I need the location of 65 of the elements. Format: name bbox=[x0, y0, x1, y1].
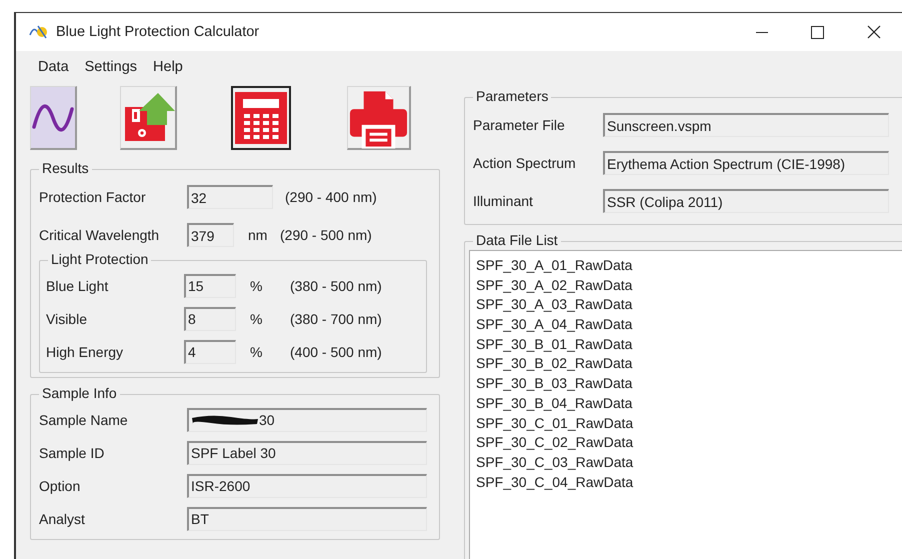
group-title: Parameters bbox=[473, 88, 552, 104]
menu-item[interactable]: Help bbox=[145, 57, 191, 81]
redaction-mark bbox=[191, 414, 259, 426]
list-item[interactable]: SPF_30_B_02_RawData bbox=[476, 354, 902, 374]
text-field[interactable]: ISR-2600 bbox=[187, 474, 427, 498]
group-title: Light Protection bbox=[48, 251, 152, 267]
list-item[interactable]: SPF_30_C_01_RawData bbox=[476, 414, 902, 434]
range-label: (380 - 500 nm) bbox=[290, 278, 382, 294]
unit-label: % bbox=[250, 310, 264, 326]
text-field[interactable]: BT bbox=[187, 506, 427, 530]
window-title: Blue Light Protection Calculator bbox=[56, 24, 260, 40]
text-field[interactable]: 32 bbox=[187, 185, 273, 209]
list-item[interactable]: SPF_30_C_03_RawData bbox=[476, 452, 902, 473]
app-logo-icon bbox=[28, 23, 50, 41]
unit-label: nm bbox=[248, 227, 268, 243]
range-label: (290 - 500 nm) bbox=[280, 227, 372, 243]
field-label: Visible bbox=[46, 310, 88, 326]
field-label: Protection Factor bbox=[39, 189, 147, 205]
range-label: (400 - 500 nm) bbox=[290, 344, 382, 360]
list-item[interactable]: SPF_30_C_02_RawData bbox=[476, 433, 902, 453]
menu-item[interactable]: Settings bbox=[76, 57, 146, 81]
text-field[interactable]: 30 bbox=[187, 408, 427, 432]
list-item[interactable]: SPF_30_A_01_RawData bbox=[476, 256, 902, 276]
unit-label: % bbox=[250, 344, 264, 360]
text-field[interactable]: 8 bbox=[184, 306, 236, 330]
field-label: Sample ID bbox=[39, 444, 106, 460]
calculator-icon bbox=[233, 90, 289, 146]
menu-item[interactable]: Data bbox=[30, 57, 77, 81]
field-label: Action Spectrum bbox=[473, 155, 577, 171]
range-label: (380 - 700 nm) bbox=[290, 310, 382, 326]
field-label: Parameter File bbox=[473, 117, 566, 133]
field-label: Option bbox=[39, 478, 82, 494]
group-title: Sample Info bbox=[39, 385, 120, 401]
text-field[interactable]: SSR (Colipa 2011) bbox=[603, 189, 889, 213]
field-label: Sample Name bbox=[39, 412, 129, 428]
spectrum-button[interactable] bbox=[30, 86, 77, 150]
file-list[interactable] bbox=[469, 250, 902, 559]
list-item[interactable]: SPF_30_A_02_RawData bbox=[476, 276, 902, 296]
list-item[interactable]: SPF_30_A_03_RawData bbox=[476, 295, 902, 316]
field-label: Analyst bbox=[39, 510, 86, 526]
text-field[interactable]: SPF Label 30 bbox=[187, 440, 427, 464]
text-field[interactable]: Sunscreen.vspm bbox=[603, 113, 889, 137]
list-item[interactable]: SPF_30_B_03_RawData bbox=[476, 374, 902, 394]
list-item[interactable]: SPF_30_C_04_RawData bbox=[476, 472, 902, 492]
text-field[interactable]: 15 bbox=[184, 274, 236, 298]
field-label: Critical Wavelength bbox=[39, 227, 160, 243]
group-title: Data File List bbox=[473, 232, 561, 248]
list-item[interactable]: SPF_30_B_04_RawData bbox=[476, 394, 902, 414]
close-icon[interactable] bbox=[867, 25, 881, 39]
list-item[interactable]: SPF_30_A_04_RawData bbox=[476, 315, 902, 335]
text-field[interactable]: 4 bbox=[184, 340, 236, 364]
field-label: Illuminant bbox=[473, 193, 534, 209]
maximize-icon[interactable] bbox=[811, 26, 824, 38]
calculate-button[interactable] bbox=[231, 86, 291, 150]
field-label: Blue Light bbox=[46, 278, 110, 294]
unit-label: % bbox=[250, 278, 264, 294]
list-item[interactable]: SPF_30_B_01_RawData bbox=[476, 334, 902, 354]
range-label: (290 - 400 nm) bbox=[285, 189, 377, 205]
text-field[interactable]: Erythema Action Spectrum (CIE-1998) bbox=[603, 151, 889, 175]
group-title: Results bbox=[39, 160, 92, 176]
export-button[interactable] bbox=[120, 86, 177, 150]
text-field[interactable]: 379 bbox=[187, 223, 234, 247]
sine-wave-icon bbox=[31, 102, 75, 132]
field-label: High Energy bbox=[46, 344, 124, 360]
print-button[interactable] bbox=[347, 86, 411, 150]
